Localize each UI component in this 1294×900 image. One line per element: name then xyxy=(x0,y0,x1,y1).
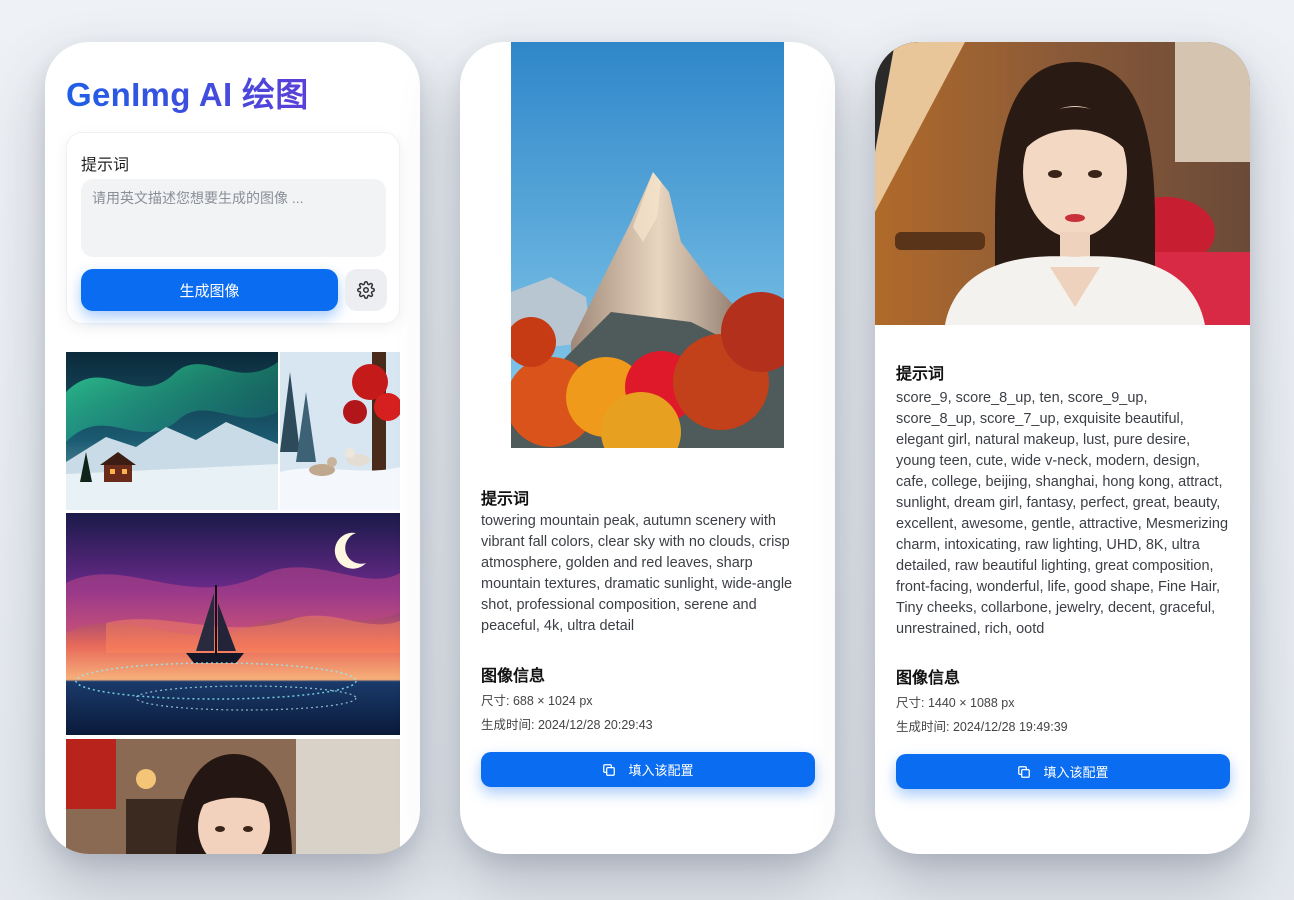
prompt-card: 提示词 生成图像 xyxy=(66,132,400,324)
generator-screen: GenImg AI 绘图 提示词 生成图像 xyxy=(45,42,420,854)
arctic-foxes-image[interactable] xyxy=(280,352,400,510)
sailing-ship-sunset-image[interactable] xyxy=(66,513,400,735)
image-detail-screen-portrait: 提示词 score_9, score_8_up, ten, score_9_up… xyxy=(875,42,1250,854)
fill-config-button[interactable]: 填入该配置 xyxy=(896,754,1230,789)
image-size: 尺寸: 688 × 1024 px xyxy=(481,694,593,708)
prompt-section-title: 提示词 xyxy=(481,491,530,508)
image-gallery xyxy=(66,352,400,854)
copy-icon xyxy=(1018,765,1031,778)
aurora-cabin-image[interactable] xyxy=(66,352,278,510)
girl-portrait-image[interactable] xyxy=(66,739,400,854)
prompt-section-title: 提示词 xyxy=(896,366,945,383)
image-info-title: 图像信息 xyxy=(896,670,961,687)
settings-button[interactable] xyxy=(345,269,387,311)
fill-config-button[interactable]: 填入该配置 xyxy=(481,752,815,787)
prompt-text: score_9, score_8_up, ten, score_9_up, sc… xyxy=(896,390,1229,637)
fill-config-label: 填入该配置 xyxy=(1043,765,1109,780)
generation-time: 生成时间: 2024/12/28 20:29:43 xyxy=(481,718,653,732)
autumn-mountain-image xyxy=(511,42,784,448)
prompt-input[interactable] xyxy=(81,179,386,257)
app-title: GenImg AI 绘图 xyxy=(66,68,309,116)
copy-icon xyxy=(603,763,616,776)
gear-icon xyxy=(357,281,375,299)
prompt-text: towering mountain peak, autumn scenery w… xyxy=(481,513,793,634)
generate-image-button[interactable]: 生成图像 xyxy=(81,269,338,311)
woman-cafe-portrait-image xyxy=(875,42,1250,325)
image-info-title: 图像信息 xyxy=(481,668,546,685)
generation-time: 生成时间: 2024/12/28 19:49:39 xyxy=(896,720,1068,734)
image-detail-screen-mountain: 提示词 towering mountain peak, autumn scene… xyxy=(460,42,835,854)
prompt-label: 提示词 xyxy=(81,157,130,174)
fill-config-label: 填入该配置 xyxy=(628,763,694,778)
image-size: 尺寸: 1440 × 1088 px xyxy=(896,696,1015,710)
